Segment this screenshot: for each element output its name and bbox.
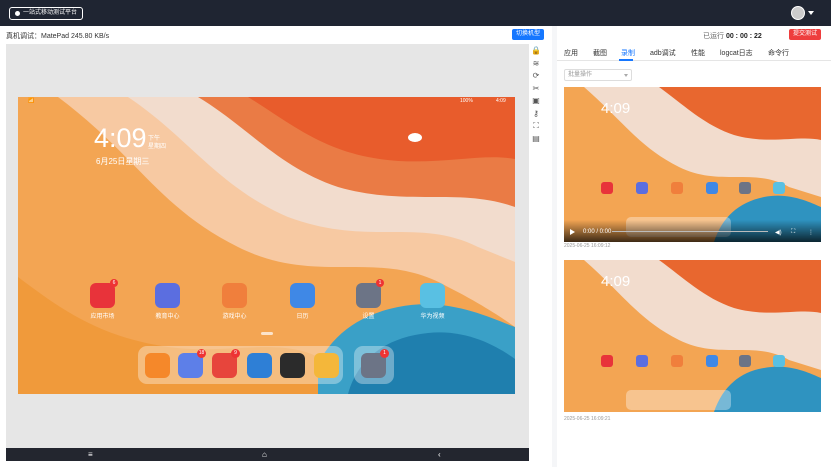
device-screen[interactable]: 📶 100% 4:09 4:09 下午 星期四 6月25日星期三 6 应用市场 教育…: [18, 97, 515, 394]
device-nav-bar: ≡ ⌂ ‹: [6, 448, 529, 461]
thumb-app-icon: [601, 182, 613, 194]
runtime-label: 已运行: [703, 33, 724, 40]
switch-device-button[interactable]: 切换机型: [512, 29, 545, 40]
thumb-clock: 4:09: [601, 273, 631, 290]
app-badge: 1: [380, 349, 389, 358]
avatar[interactable]: [791, 6, 805, 20]
thumb-app-icon: [636, 355, 648, 367]
thumb-app-icon: [773, 355, 785, 367]
app-label: 游戏中心: [222, 314, 247, 320]
signal-icon: 📶: [28, 98, 35, 104]
tab-recording[interactable]: 录制: [621, 48, 635, 58]
recording-video-2[interactable]: 4:09: [564, 260, 821, 412]
app-badge: 6: [110, 279, 118, 287]
thumb-dock: [626, 390, 731, 410]
thumb-app-icon: [671, 182, 683, 194]
app-icon-4[interactable]: [356, 283, 381, 308]
app-icon-3[interactable]: [290, 283, 315, 308]
recording-video-1[interactable]: 4:09 0:00 / 0:00 ◀) ⛶ ⋮: [564, 87, 821, 242]
home-icon[interactable]: ⌂: [262, 450, 267, 459]
control-panel: 已运行 00 : 00 : 22 提交测试 应用 截图 录制 adb调试 性能 …: [557, 26, 831, 467]
clock-date: 6月25日星期三: [96, 157, 150, 166]
recording-time-1: 2025-06-25 16:09:12: [564, 243, 611, 249]
thumb-app-icon: [706, 182, 718, 194]
back-icon[interactable]: ‹: [438, 450, 441, 459]
thumb-app-icon: [671, 355, 683, 367]
install-icon[interactable]: ▣: [531, 96, 541, 106]
page-indicator: [261, 332, 273, 335]
tab-screenshot[interactable]: 截图: [593, 48, 607, 58]
tab-bar: 应用 截图 录制 adb调试 性能 logcat日志 命令行: [557, 44, 831, 61]
lockscreen-clock: 4:09: [94, 123, 147, 153]
video-app-icon[interactable]: [145, 353, 170, 378]
volume-icon[interactable]: ◀): [775, 229, 782, 236]
key-icon[interactable]: ⚷: [531, 109, 541, 119]
thumb-clock: 4:09: [601, 100, 631, 117]
fullscreen-icon[interactable]: ⛶: [531, 121, 541, 131]
browser-app-icon[interactable]: [247, 353, 272, 378]
file-icon[interactable]: ▤: [531, 134, 541, 144]
bulk-action-select[interactable]: 批量操作: [564, 69, 632, 81]
app-label: 华为视频: [420, 314, 445, 320]
top-bar: 一站式移动测试平台: [0, 0, 831, 26]
app-label: 设置: [362, 314, 375, 320]
app-badge: 1: [376, 279, 384, 287]
chevron-down-icon: [624, 74, 628, 77]
thumb-app-icon: [739, 182, 751, 194]
device-toolbar: 🔒 ≋ ⟳ ✂ ▣ ⚷ ⛶ ▤: [531, 46, 543, 146]
logo-text: 一站式移动测试平台: [23, 10, 78, 16]
device-status-bar: 📶 100% 4:09: [18, 97, 515, 105]
wifi-icon[interactable]: ≋: [531, 59, 541, 69]
logo-icon: [15, 11, 20, 16]
thumb-app-icon: [773, 182, 785, 194]
runtime: 已运行 00 : 00 : 22: [703, 31, 762, 41]
submit-test-button[interactable]: 提交测试: [789, 29, 822, 40]
tab-adb[interactable]: adb调试: [650, 48, 676, 58]
thumb-app-icon: [601, 355, 613, 367]
rotate-icon[interactable]: ⟳: [531, 71, 541, 81]
clock-weekday: 星期四: [148, 144, 167, 150]
weather-icon[interactable]: [408, 133, 422, 142]
cut-icon[interactable]: ✂: [531, 84, 541, 94]
platform-logo[interactable]: 一站式移动测试平台: [9, 7, 84, 20]
app-icon-2[interactable]: [222, 283, 247, 308]
play-icon[interactable]: [570, 229, 575, 235]
chevron-down-icon[interactable]: [808, 11, 814, 15]
active-tab-underline: [619, 59, 633, 61]
fullscreen-icon[interactable]: ⛶: [791, 229, 795, 236]
bulk-placeholder: 批量操作: [568, 72, 593, 78]
device-battery: 100%: [460, 98, 473, 104]
recording-time-2: 2025-06-25 16:09:21: [564, 416, 611, 422]
app-icon-1[interactable]: [155, 283, 180, 308]
video-time: 0:00 / 0:00: [583, 229, 612, 235]
tab-apps[interactable]: 应用: [564, 48, 578, 58]
device-panel: 真机调试：MatePad 245.80 KB/s 切换机型 📶 100% 4:0…: [0, 26, 552, 467]
thumb-app-icon: [706, 355, 718, 367]
app-label: 教育中心: [155, 314, 180, 320]
app-icon-5[interactable]: [420, 283, 445, 308]
app-badge: 18: [197, 349, 206, 358]
thumb-app-icon: [739, 355, 751, 367]
app-badge: 9: [231, 349, 240, 358]
tab-command[interactable]: 命令行: [768, 48, 789, 58]
device-title: 真机调试：MatePad 245.80 KB/s: [6, 33, 110, 40]
gallery-app-icon[interactable]: [314, 353, 339, 378]
camera-app-icon[interactable]: [280, 353, 305, 378]
device-status-time: 4:09: [496, 98, 506, 104]
app-label: 日历: [296, 314, 309, 320]
tab-logcat[interactable]: logcat日志: [720, 48, 753, 58]
more-icon[interactable]: ⋮: [808, 229, 814, 236]
app-icon-0[interactable]: [90, 283, 115, 308]
video-progress[interactable]: [612, 231, 768, 232]
runtime-value: 00 : 00 : 22: [725, 33, 762, 40]
menu-icon[interactable]: ≡: [88, 450, 93, 459]
app-label: 应用市场: [90, 314, 115, 320]
tab-performance[interactable]: 性能: [691, 48, 705, 58]
thumb-app-icon: [636, 182, 648, 194]
lock-icon[interactable]: 🔒: [531, 46, 541, 56]
device-stage: 📶 100% 4:09 4:09 下午 星期四 6月25日星期三 6 应用市场 教育…: [6, 44, 529, 448]
